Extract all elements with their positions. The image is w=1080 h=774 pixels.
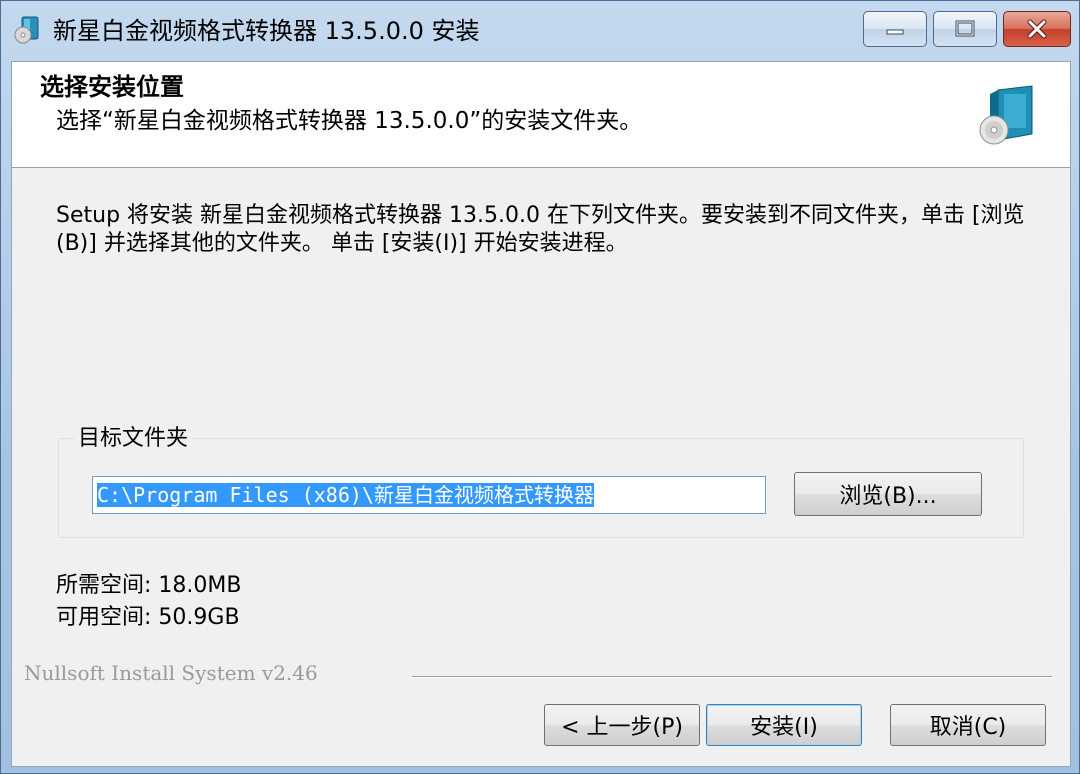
minimize-icon xyxy=(886,29,904,35)
branding-text: Nullsoft Install System v2.46 xyxy=(24,660,328,686)
software-box-icon xyxy=(979,85,1033,145)
maximize-icon xyxy=(955,20,975,37)
destination-path-text: C:\Program Files (x86)\新星白金视频格式转换器 xyxy=(97,483,594,507)
dialog-client-area: 选择安装位置 选择“新星白金视频格式转换器 13.5.0.0”的安装文件夹。 S… xyxy=(11,61,1071,767)
destination-path-input[interactable]: C:\Program Files (x86)\新星白金视频格式转换器 xyxy=(92,476,766,514)
cancel-button[interactable]: 取消(C) xyxy=(890,704,1046,746)
space-required-value: 18.0MB xyxy=(158,573,242,598)
space-required-row: 所需空间: 18.0MB xyxy=(56,570,241,602)
installer-window: 新星白金视频格式转换器 13.5.0.0 安装 选择安装位置 选择“新星白金视频… xyxy=(0,0,1080,774)
destination-group-label: 目标文件夹 xyxy=(74,426,193,452)
space-available-row: 可用空间: 50.9GB xyxy=(56,602,241,634)
space-available-value: 50.9GB xyxy=(158,605,240,630)
space-required-label: 所需空间: xyxy=(56,573,152,598)
minimize-button[interactable] xyxy=(863,11,927,47)
space-available-label: 可用空间: xyxy=(56,605,152,630)
page-subtitle: 选择“新星白金视频格式转换器 13.5.0.0”的安装文件夹。 xyxy=(56,108,643,134)
branding-divider xyxy=(412,676,1052,678)
close-button[interactable] xyxy=(1003,11,1071,47)
description-text: Setup 将安装 新星白金视频格式转换器 13.5.0.0 在下列文件夹。要安… xyxy=(56,203,1025,256)
window-title: 新星白金视频格式转换器 13.5.0.0 安装 xyxy=(53,17,480,45)
title-bar[interactable]: 新星白金视频格式转换器 13.5.0.0 安装 xyxy=(1,1,1079,61)
back-button[interactable]: < 上一步(P) xyxy=(544,704,700,746)
install-button[interactable]: 安装(I) xyxy=(706,704,862,746)
page-title: 选择安装位置 xyxy=(40,73,184,101)
browse-button[interactable]: 浏览(B)... xyxy=(794,472,982,516)
space-info: 所需空间: 18.0MB 可用空间: 50.9GB xyxy=(56,570,241,634)
page-header: 选择安装位置 选择“新星白金视频格式转换器 13.5.0.0”的安装文件夹。 xyxy=(12,62,1070,168)
installer-icon xyxy=(14,16,39,44)
maximize-button[interactable] xyxy=(933,11,997,47)
close-icon xyxy=(1027,19,1047,39)
